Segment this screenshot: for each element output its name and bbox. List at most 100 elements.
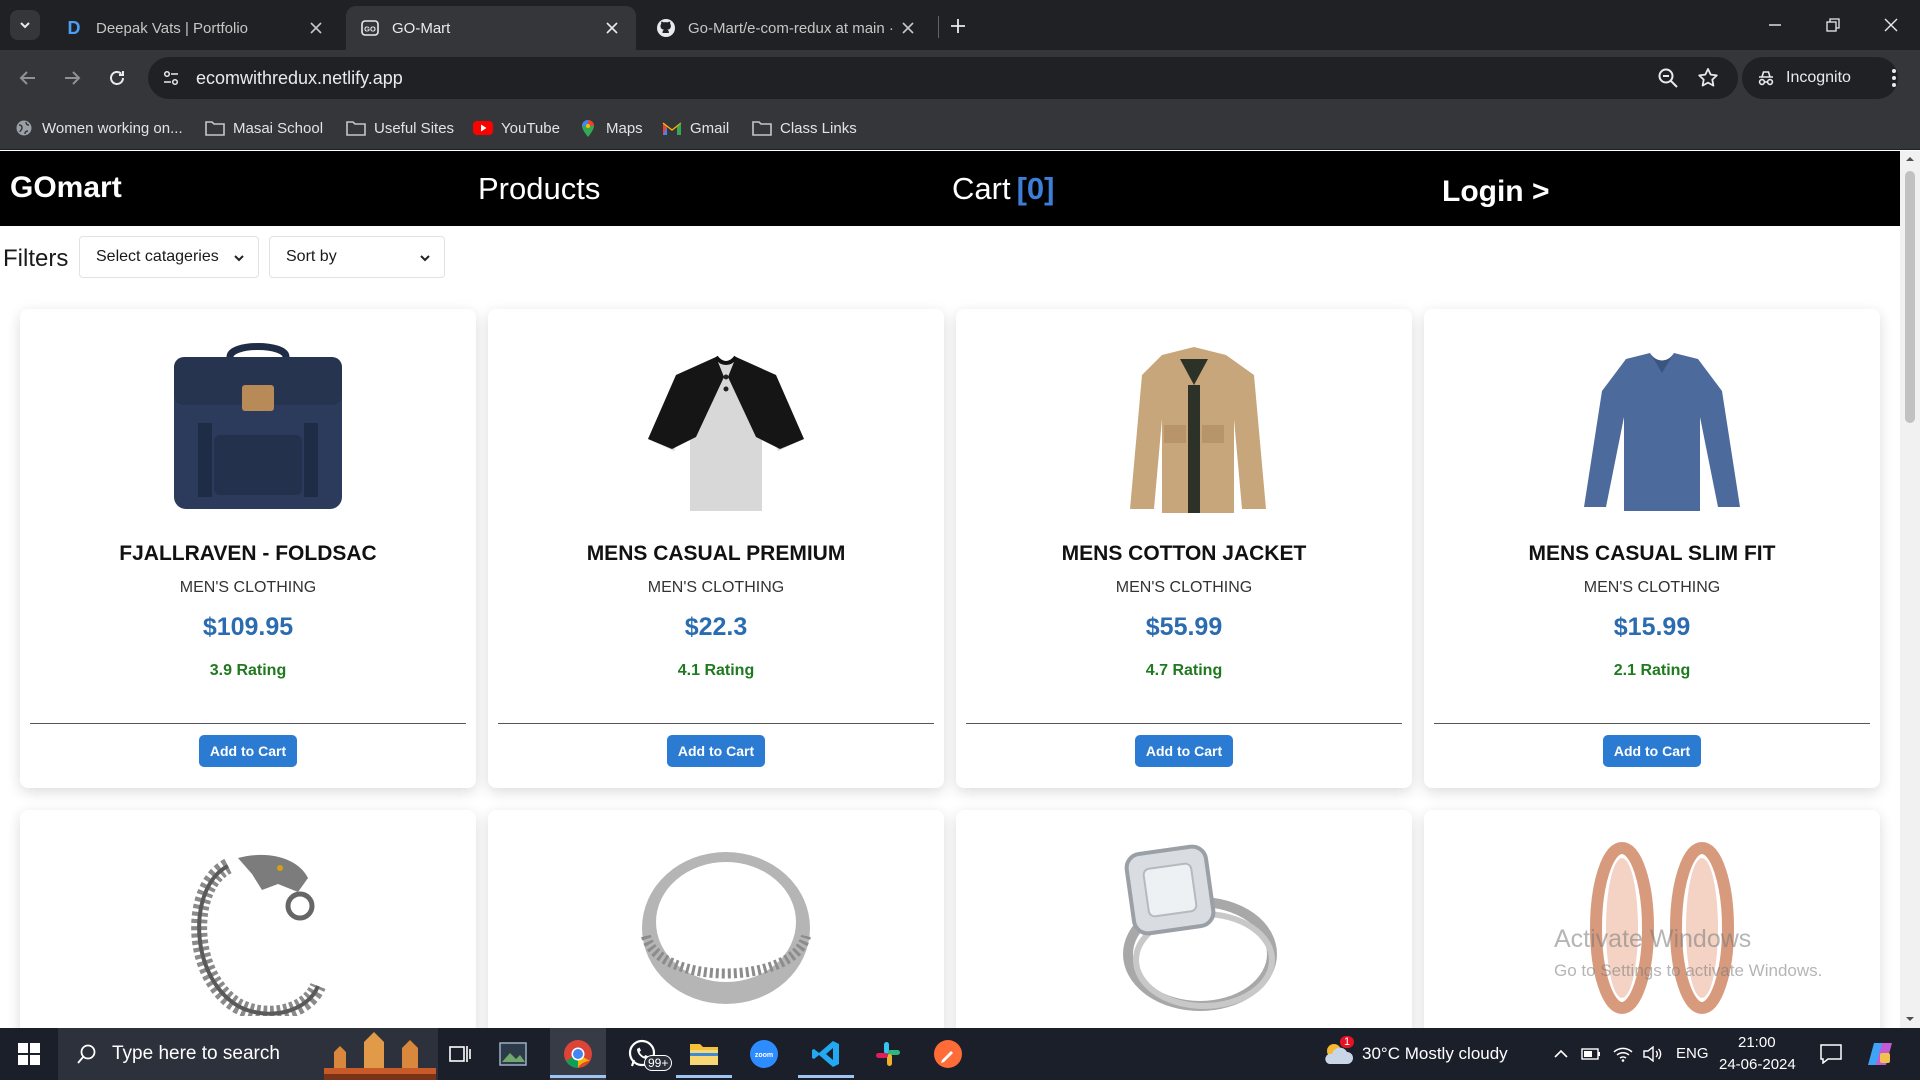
task-view-button[interactable] xyxy=(432,1028,488,1080)
restore-button[interactable] xyxy=(1804,0,1862,50)
product-name[interactable]: MENS CASUAL SLIM FIT xyxy=(1424,542,1880,566)
chevron-down-icon xyxy=(20,22,30,29)
tab-search-button[interactable] xyxy=(10,10,40,40)
tab-gomart[interactable]: GO GO-Mart xyxy=(346,6,636,50)
show-hidden-icons-button[interactable] xyxy=(1550,1028,1572,1080)
card-divider xyxy=(1434,723,1870,724)
svg-text:GO: GO xyxy=(364,25,376,34)
tab-portfolio[interactable]: D Deepak Vats | Portfolio xyxy=(50,6,340,50)
add-to-cart-button[interactable]: Add to Cart xyxy=(667,735,765,767)
product-card xyxy=(956,810,1412,1028)
product-name[interactable]: FJALLRAVEN - FOLDSAC xyxy=(20,542,476,566)
sort-select[interactable]: Sort by xyxy=(269,236,445,278)
clock-date[interactable]: 24-06-2024 xyxy=(1719,1056,1796,1073)
close-icon[interactable] xyxy=(306,18,326,38)
zoom-icon: zoom xyxy=(750,1040,778,1068)
notifications-button[interactable] xyxy=(1816,1028,1846,1080)
reload-button[interactable] xyxy=(101,62,133,94)
site-settings-icon[interactable] xyxy=(160,67,182,89)
product-price: $15.99 xyxy=(1613,613,1691,641)
add-to-cart-button[interactable]: Add to Cart xyxy=(1135,735,1233,767)
add-to-cart-button[interactable]: Add to Cart xyxy=(199,735,297,767)
cart-count: [0] xyxy=(1016,171,1055,206)
tab-github[interactable]: Go-Mart/e-com-redux at main · xyxy=(642,6,932,50)
vscode-icon xyxy=(812,1041,839,1067)
new-tab-button[interactable] xyxy=(944,12,972,40)
bookmark-masai-school[interactable]: Masai School xyxy=(205,116,323,140)
bookmark-class-links[interactable]: Class Links xyxy=(752,116,857,140)
scroll-down-icon[interactable] xyxy=(1906,1015,1914,1023)
weather-widget[interactable]: 1 xyxy=(1320,1028,1356,1080)
taskbar-vscode-app[interactable] xyxy=(798,1028,854,1080)
raglan-tshirt-image[interactable] xyxy=(636,335,816,515)
close-icon[interactable] xyxy=(898,18,918,38)
gomart-favicon-icon: GO xyxy=(360,18,380,38)
forward-button[interactable] xyxy=(56,62,88,94)
brand-logo[interactable]: GOmart xyxy=(10,171,122,205)
add-to-cart-button[interactable]: Add to Cart xyxy=(1603,735,1701,767)
tab-title: GO-Mart xyxy=(392,19,451,37)
incognito-indicator[interactable]: Incognito xyxy=(1742,57,1898,99)
network-indicator[interactable] xyxy=(1610,1028,1636,1080)
battery-indicator[interactable] xyxy=(1578,1028,1604,1080)
chevron-down-icon xyxy=(234,255,244,262)
chrome-icon xyxy=(564,1040,592,1068)
scrollbar-thumb[interactable] xyxy=(1905,171,1915,423)
scroll-up-icon[interactable] xyxy=(1906,155,1914,163)
zoom-icon[interactable] xyxy=(1656,66,1680,90)
jacket-image[interactable] xyxy=(1104,335,1284,515)
speaker-icon xyxy=(1643,1046,1662,1062)
bookmark-youtube[interactable]: YouTube xyxy=(473,116,560,140)
chevron-up-icon xyxy=(1554,1049,1568,1058)
url-text[interactable]: ecomwithredux.netlify.app xyxy=(196,68,403,89)
close-window-button[interactable] xyxy=(1862,0,1920,50)
card-divider xyxy=(966,723,1402,724)
backpack-image[interactable] xyxy=(168,335,348,515)
product-price: $55.99 xyxy=(1145,613,1223,641)
bookmark-label: Women working on... xyxy=(42,119,183,137)
minimize-button[interactable] xyxy=(1746,0,1804,50)
address-bar[interactable]: ecomwithredux.netlify.app xyxy=(148,57,1738,99)
taskbar-slack-app[interactable] xyxy=(860,1028,916,1080)
chevron-down-icon xyxy=(420,255,430,262)
nav-login-link[interactable]: Login > xyxy=(1442,175,1550,209)
volume-indicator[interactable] xyxy=(1640,1028,1666,1080)
page-scrollbar[interactable] xyxy=(1900,151,1920,1028)
windows-logo-icon xyxy=(18,1043,40,1065)
taskbar-search-box[interactable]: Type here to search xyxy=(58,1028,438,1080)
language-indicator[interactable]: ENG xyxy=(1676,1045,1709,1062)
nav-products-link[interactable]: Products xyxy=(478,171,600,207)
close-icon[interactable] xyxy=(602,18,622,38)
category-select[interactable]: Select catageries xyxy=(79,236,259,278)
taskbar-chrome-app[interactable] xyxy=(550,1028,606,1080)
product-name[interactable]: MENS CASUAL PREMIUM xyxy=(488,542,944,566)
copilot-button[interactable] xyxy=(1862,1028,1898,1080)
start-button[interactable] xyxy=(0,1028,58,1080)
clock-time[interactable]: 21:00 xyxy=(1738,1034,1776,1051)
browser-menu-button[interactable] xyxy=(1880,64,1908,92)
bookmark-women-working[interactable]: Women working on... xyxy=(14,116,183,140)
taskbar-file-explorer[interactable] xyxy=(676,1028,732,1080)
bookmark-gmail[interactable]: Gmail xyxy=(662,116,729,140)
bookmark-star-icon[interactable] xyxy=(1696,66,1720,90)
product-rating: 3.9 Rating xyxy=(209,662,287,679)
taskbar-whatsapp-app[interactable]: 99+ xyxy=(614,1028,673,1080)
postman-icon xyxy=(934,1040,962,1068)
longsleeve-shirt-image[interactable] xyxy=(1572,335,1752,515)
diamond-ring-image[interactable] xyxy=(1104,836,1284,1016)
card-divider xyxy=(30,723,466,724)
nav-cart-link[interactable]: Cart [0] xyxy=(952,171,1054,207)
taskbar-zoom-app[interactable]: zoom xyxy=(736,1028,792,1080)
product-price: $22.3 xyxy=(684,613,748,641)
dragon-bracelet-image[interactable] xyxy=(168,836,348,1016)
silver-ring-image[interactable] xyxy=(636,836,816,1016)
back-button[interactable] xyxy=(12,62,44,94)
bookmark-useful-sites[interactable]: Useful Sites xyxy=(346,116,454,140)
taskbar-postman-app[interactable] xyxy=(920,1028,976,1080)
product-name[interactable]: MENS COTTON JACKET xyxy=(956,542,1412,566)
weather-text[interactable]: 30°C Mostly cloudy xyxy=(1362,1044,1508,1064)
bookmark-maps[interactable]: Maps xyxy=(578,116,643,140)
search-placeholder: Type here to search xyxy=(112,1043,280,1064)
search-icon xyxy=(77,1044,96,1064)
taskbar-photos-app[interactable] xyxy=(488,1028,538,1080)
